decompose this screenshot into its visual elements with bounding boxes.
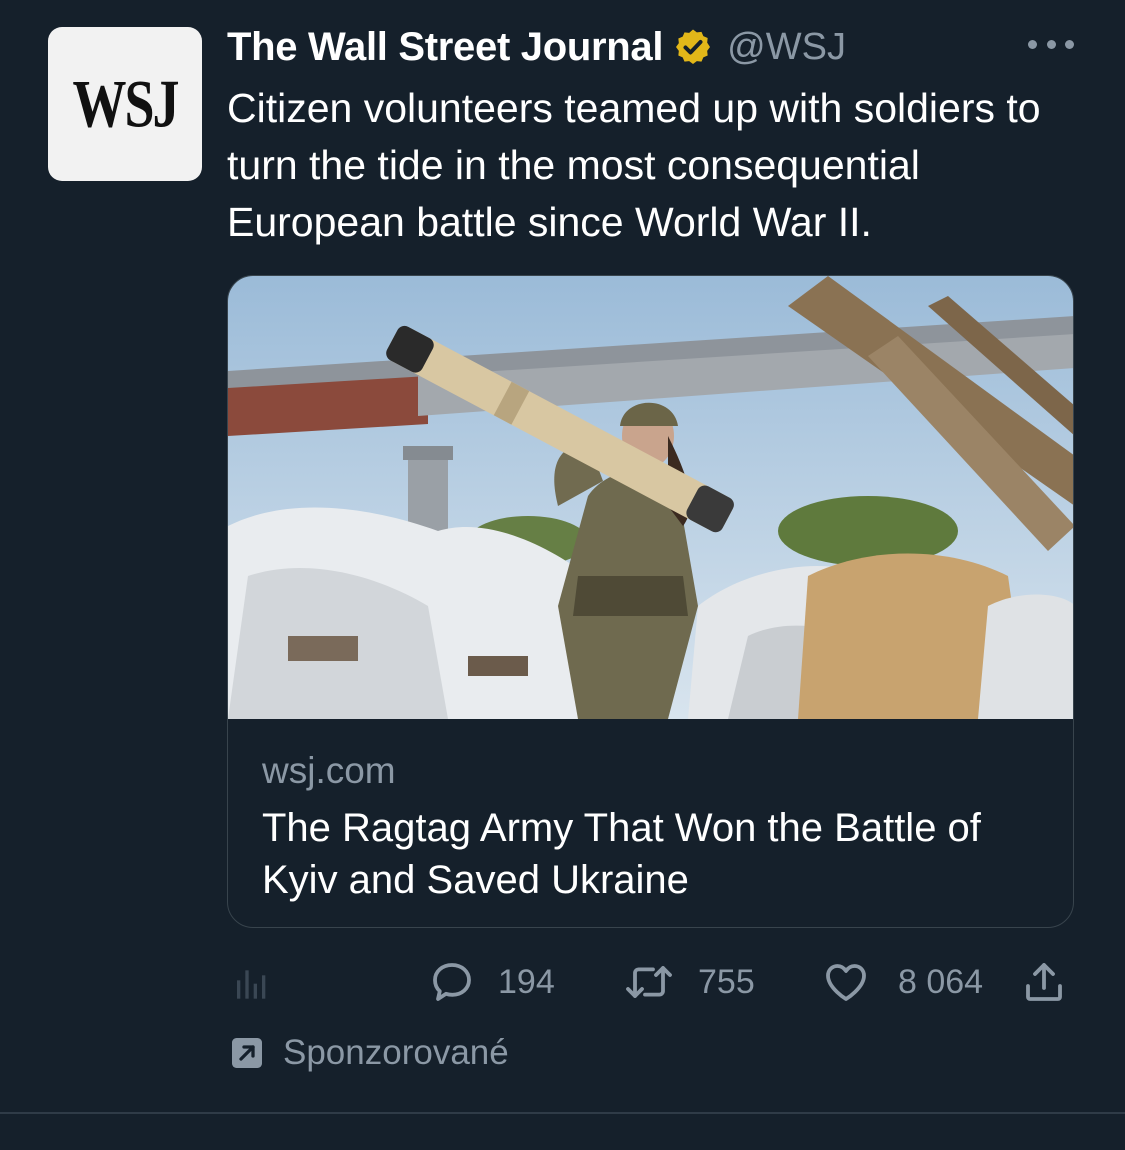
avatar[interactable]: WSJ (48, 27, 202, 181)
tweet-header: The Wall Street Journal @WSJ (227, 24, 846, 70)
avatar-logo-text: WSJ (72, 66, 179, 142)
like-button[interactable]: 8 064 (822, 950, 983, 1014)
retweet-icon (626, 966, 672, 998)
share-button[interactable] (1020, 950, 1068, 1014)
share-icon (1026, 963, 1062, 1001)
tweet[interactable]: WSJ The Wall Street Journal @WSJ Citizen… (0, 0, 1125, 1112)
action-bar: 194 755 8 064 (0, 950, 1125, 1014)
card-title[interactable]: The Ragtag Army That Won the Battle of K… (262, 802, 1052, 906)
card-domain: wsj.com (262, 750, 396, 791)
link-card[interactable]: wsj.com The Ragtag Army That Won the Bat… (227, 275, 1074, 928)
verified-badge-icon (676, 29, 711, 64)
like-icon (826, 964, 866, 1001)
reply-icon (433, 963, 471, 1001)
tweet-divider (0, 1112, 1125, 1114)
like-count: 8 064 (898, 962, 984, 1001)
promoted-label[interactable]: Sponzorované (229, 1032, 509, 1074)
reply-count: 194 (498, 962, 555, 1001)
promoted-text: Sponzorované (283, 1033, 509, 1072)
analytics-button[interactable] (232, 950, 272, 1014)
author-handle[interactable]: @WSJ (727, 26, 846, 69)
promoted-icon (232, 1038, 262, 1068)
reply-button[interactable]: 194 (428, 950, 555, 1014)
card-image[interactable] (228, 276, 1074, 719)
analytics-icon (237, 970, 266, 999)
author-name[interactable]: The Wall Street Journal (227, 25, 663, 70)
card-meta: wsj.com The Ragtag Army That Won the Bat… (262, 746, 1052, 906)
retweet-button[interactable]: 755 (622, 950, 755, 1014)
more-icon[interactable] (1028, 32, 1074, 56)
retweet-count: 755 (698, 962, 755, 1001)
tweet-text: Citizen volunteers teamed up with soldie… (227, 85, 1041, 245)
